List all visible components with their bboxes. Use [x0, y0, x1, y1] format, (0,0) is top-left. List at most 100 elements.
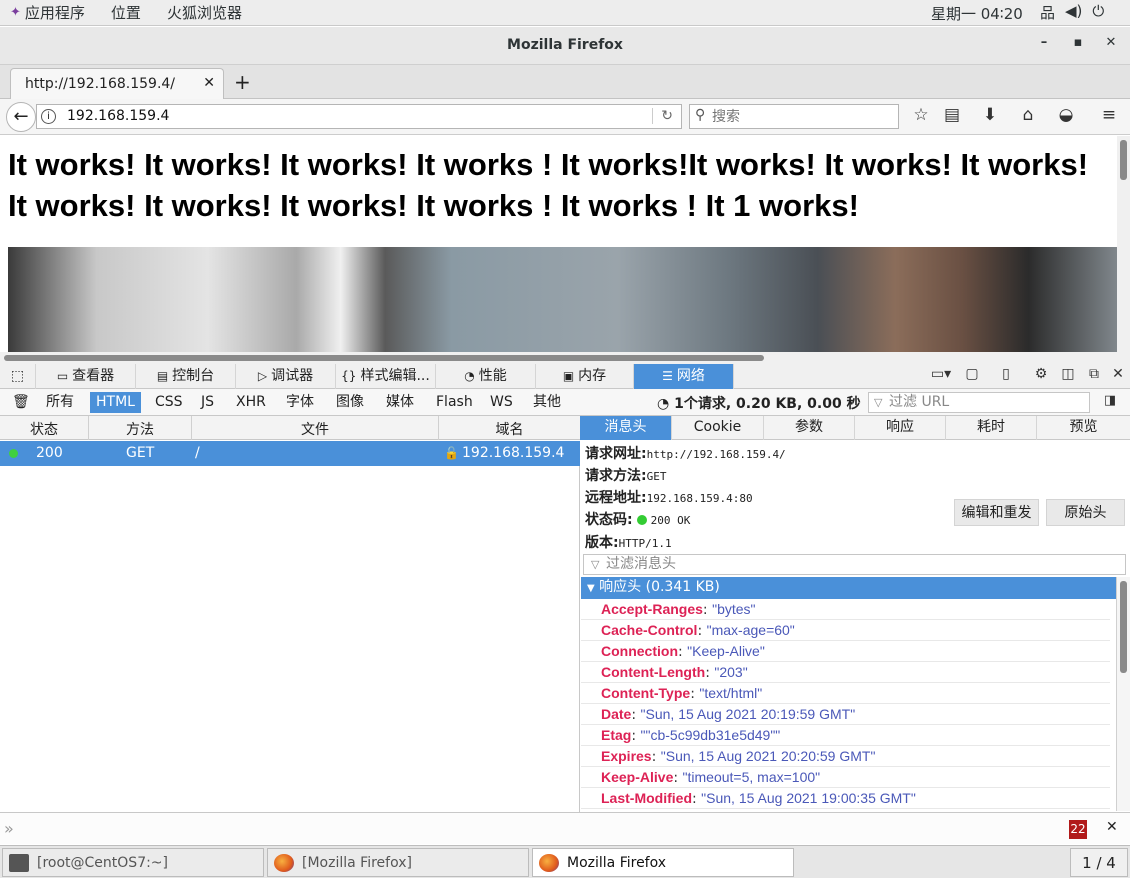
- toggle-sidebar-icon[interactable]: ◨: [1099, 393, 1121, 408]
- clear-trash-icon[interactable]: 🗑: [6, 392, 36, 413]
- taskbar-firefox-inactive[interactable]: [Mozilla Firefox]: [267, 848, 529, 877]
- error-count-badge[interactable]: 22: [1069, 820, 1087, 839]
- browser-tab[interactable]: http://192.168.159.4/ ✕: [10, 68, 224, 99]
- page-vertical-scrollbar[interactable]: [1117, 136, 1130, 352]
- filter-images[interactable]: 图像: [330, 392, 370, 413]
- tab-network[interactable]: ☰ 网络: [634, 364, 734, 389]
- list-item[interactable]: Cache-Control: "max-age=60": [581, 620, 1110, 641]
- filter-xhr[interactable]: XHR: [230, 392, 272, 413]
- raw-headers-button[interactable]: 原始头: [1046, 499, 1125, 526]
- filter-html[interactable]: HTML: [90, 392, 141, 413]
- style-editor-icon: {}: [341, 369, 357, 383]
- column-method[interactable]: 方法: [89, 419, 191, 439]
- list-item[interactable]: Etag: ""cb-5c99db31e5d49"": [581, 725, 1110, 746]
- maximize-button[interactable]: ▪: [1068, 35, 1088, 55]
- devtools-toolbar: ⬚ ▭ 查看器 ▤ 控制台 ▷ 调试器 {} 样式编辑... ◔ 性能 ▣ 内存 ☰ 网络 ▭…: [0, 364, 1130, 389]
- system-tray[interactable]: 品 ◀) ⏻: [1040, 2, 1104, 23]
- list-item[interactable]: Content-Type: "text/html": [581, 683, 1110, 704]
- list-item[interactable]: Keep-Alive: "timeout=5, max=100": [581, 767, 1110, 788]
- edit-resend-button[interactable]: 编辑和重发: [954, 499, 1039, 526]
- tab-memory[interactable]: ▣ 内存: [536, 364, 634, 389]
- close-window-button[interactable]: ✕: [1101, 35, 1121, 55]
- filter-media[interactable]: 媒体: [380, 392, 420, 413]
- filter-js[interactable]: JS: [195, 392, 220, 413]
- tab-console[interactable]: ▤ 控制台: [136, 364, 236, 389]
- clock[interactable]: 星期一 04∶20: [931, 3, 1023, 24]
- tab-headers[interactable]: 消息头: [580, 416, 672, 440]
- search-input[interactable]: [712, 107, 892, 126]
- split-console-icon[interactable]: ▢: [961, 366, 983, 382]
- filter-other[interactable]: 其他: [527, 392, 567, 413]
- minimize-button[interactable]: –: [1034, 35, 1054, 55]
- page-content: It works! It works! It works! It works !…: [0, 136, 1117, 352]
- tab-debugger[interactable]: ▷ 调试器: [236, 364, 336, 389]
- filter-ws[interactable]: WS: [484, 392, 519, 413]
- site-info-icon[interactable]: i: [41, 109, 56, 124]
- close-console-icon[interactable]: ✕: [1106, 819, 1118, 835]
- tab-performance[interactable]: ◔ 性能: [436, 364, 536, 389]
- new-tab-button[interactable]: +: [234, 70, 251, 94]
- applications-menu[interactable]: 应用程序: [25, 2, 85, 23]
- settings-gear-icon[interactable]: ⚙: [1030, 366, 1052, 382]
- filter-all[interactable]: 所有: [40, 392, 80, 413]
- dock-side-icon[interactable]: ◫: [1057, 366, 1079, 382]
- header-filter-field[interactable]: ▽ 过滤消息头: [583, 554, 1126, 575]
- dock-options-icon[interactable]: ▭▾: [930, 366, 952, 382]
- response-headers-section[interactable]: ▼ 响应头 (0.341 KB): [581, 577, 1116, 599]
- taskbar-terminal[interactable]: [root@CentOS7:~]: [2, 848, 264, 877]
- taskbar-firefox-active[interactable]: Mozilla Firefox: [532, 848, 794, 877]
- pocket-icon[interactable]: ◒: [1055, 105, 1077, 125]
- column-status[interactable]: 状态: [0, 419, 88, 439]
- page-horizontal-scrollbar[interactable]: [0, 352, 1130, 364]
- downloads-icon[interactable]: ⬇: [979, 105, 1001, 125]
- tab-preview[interactable]: 预览: [1037, 416, 1130, 440]
- reload-icon[interactable]: ↻: [652, 108, 673, 124]
- power-icon: ⏻: [1092, 2, 1105, 20]
- terminal-icon: [9, 854, 29, 872]
- close-devtools-icon[interactable]: ✕: [1107, 366, 1129, 382]
- close-tab-icon[interactable]: ✕: [203, 75, 215, 91]
- console-input-bar[interactable]: » 22 ✕: [0, 812, 1130, 844]
- filter-css[interactable]: CSS: [149, 392, 189, 413]
- responsive-design-icon[interactable]: ▯: [995, 366, 1017, 382]
- firefox-icon: [539, 854, 559, 872]
- tab-response[interactable]: 响应: [855, 416, 946, 440]
- search-box[interactable]: ⚲: [689, 104, 899, 129]
- tab-style-editor[interactable]: {} 样式编辑...: [336, 364, 436, 389]
- filter-flash[interactable]: Flash: [430, 392, 479, 413]
- debugger-icon: ▷: [257, 369, 268, 383]
- network-tab-icon: ☰: [662, 369, 673, 383]
- column-domain[interactable]: 域名: [439, 419, 580, 439]
- url-filter-field[interactable]: ▽ 过滤 URL: [868, 392, 1090, 413]
- bookmark-star-icon[interactable]: ☆: [910, 105, 932, 125]
- table-row[interactable]: 200 GET / 🔓 192.168.159.4: [0, 441, 580, 466]
- element-picker-icon[interactable]: ⬚: [0, 364, 36, 389]
- list-item[interactable]: Expires: "Sun, 15 Aug 2021 20:20:59 GMT": [581, 746, 1110, 767]
- list-item[interactable]: Content-Length: "203": [581, 662, 1110, 683]
- tab-cookies[interactable]: Cookie: [672, 416, 764, 440]
- column-file[interactable]: 文件: [192, 419, 438, 439]
- address-bar[interactable]: i 192.168.159.4 ↻: [36, 104, 682, 129]
- places-menu[interactable]: 位置: [111, 2, 141, 23]
- list-item[interactable]: Last-Modified: "Sun, 15 Aug 2021 19:00:3…: [581, 788, 1110, 809]
- request-domain: 192.168.159.4: [462, 445, 565, 461]
- workspace-pager[interactable]: 1 / 4: [1070, 848, 1128, 877]
- tab-strip: http://192.168.159.4/ ✕ +: [0, 65, 1130, 99]
- url-text[interactable]: 192.168.159.4: [67, 108, 169, 124]
- home-icon[interactable]: ⌂: [1017, 105, 1039, 125]
- back-button[interactable]: ←: [6, 102, 36, 132]
- list-item[interactable]: Connection: "Keep-Alive": [581, 641, 1110, 662]
- reading-list-icon[interactable]: ▤: [941, 105, 963, 125]
- tab-timings[interactable]: 耗时: [946, 416, 1037, 440]
- tab-inspector[interactable]: ▭ 查看器: [36, 364, 136, 389]
- list-item[interactable]: Date: "Sun, 15 Aug 2021 20:19:59 GMT": [581, 704, 1110, 725]
- tab-params[interactable]: 参数: [764, 416, 855, 440]
- headers-scrollbar[interactable]: [1116, 577, 1130, 811]
- list-item[interactable]: Accept-Ranges: "bytes": [581, 599, 1110, 620]
- request-method: GET: [126, 445, 155, 461]
- undock-icon[interactable]: ⧉: [1083, 366, 1105, 382]
- request-method-row: 请求方法:GET: [585, 468, 667, 484]
- hamburger-menu-icon[interactable]: ≡: [1098, 105, 1120, 125]
- filter-fonts[interactable]: 字体: [280, 392, 320, 413]
- firefox-app-menu[interactable]: 火狐浏览器: [167, 2, 242, 23]
